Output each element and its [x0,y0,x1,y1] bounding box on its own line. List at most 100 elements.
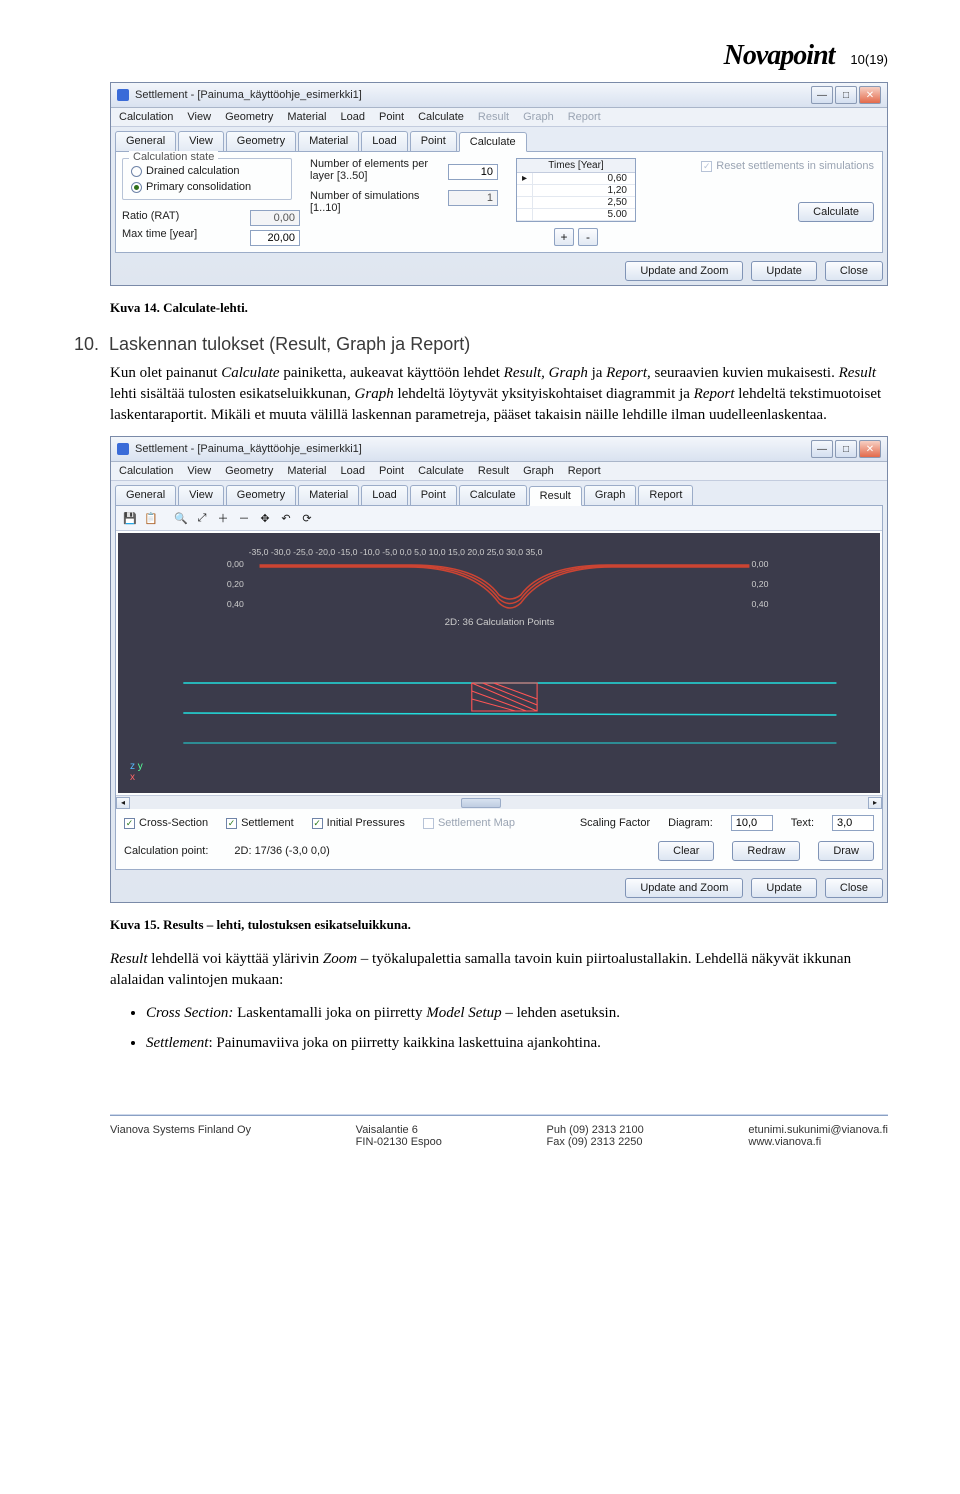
menu-item[interactable]: Graph [523,465,554,477]
scroll-left-icon[interactable]: ◂ [116,797,130,809]
tab-geometry[interactable]: Geometry [226,485,296,505]
draw-button[interactable]: Draw [818,841,874,861]
calculate-button[interactable]: Calculate [798,202,874,222]
zoom-out-icon[interactable]: － [235,509,253,527]
tab-graph[interactable]: Graph [584,485,637,505]
tabstrip: General View Geometry Material Load Poin… [111,481,887,505]
table-cell[interactable]: 5.00 [533,209,635,220]
footer-fax: Fax (09) 2313 2250 [547,1136,644,1148]
tab-calculate[interactable]: Calculate [459,485,527,505]
menu-item[interactable]: View [187,111,211,123]
tab-load[interactable]: Load [361,131,407,151]
close-button[interactable]: ✕ [859,440,881,458]
menu-item[interactable]: Point [379,111,404,123]
menu-item[interactable]: Load [341,111,365,123]
radio-label: Drained calculation [146,165,240,177]
scroll-right-icon[interactable]: ▸ [868,797,882,809]
add-row-button[interactable]: + [554,228,574,246]
tab-general[interactable]: General [115,485,176,505]
table-cell[interactable]: 2,50 [533,197,635,208]
tab-load[interactable]: Load [361,485,407,505]
menu-item: Result [478,111,509,123]
menu-item[interactable]: Material [287,111,326,123]
menu-item[interactable]: Calculation [119,465,173,477]
update-button[interactable]: Update [751,878,816,898]
update-button[interactable]: Update [751,261,816,281]
screenshot-result: Settlement - [Painuma_käyttöohje_esimerk… [110,436,888,903]
tab-calculate[interactable]: Calculate [459,132,527,152]
zoom-window-icon[interactable]: 🔍 [172,509,190,527]
scroll-thumb[interactable] [461,798,501,808]
maximize-button[interactable]: □ [835,86,857,104]
update-zoom-button[interactable]: Update and Zoom [625,878,743,898]
minimize-button[interactable]: — [811,440,833,458]
menu-item[interactable]: Calculate [418,111,464,123]
table-cell[interactable]: 1,20 [533,185,635,196]
input-ratio [250,210,300,226]
hscrollbar[interactable]: ◂ ▸ [116,795,882,809]
menu-item[interactable]: Calculate [418,465,464,477]
tab-view[interactable]: View [178,131,224,151]
maximize-button[interactable]: □ [835,440,857,458]
menu-item[interactable]: View [187,465,211,477]
menu-item[interactable]: Geometry [225,465,273,477]
checkbox-init[interactable]: ✓Initial Pressures [312,817,405,829]
zoom-in-icon[interactable]: ＋ [214,509,232,527]
figure-caption-14: Kuva 14. Calculate-lehti. [110,300,888,316]
remove-row-button[interactable]: - [578,228,598,246]
tab-point[interactable]: Point [410,131,457,151]
times-table[interactable]: Times [Year] ▸0,60 1,20 2,50 5.00 [516,158,636,222]
clear-button[interactable]: Clear [658,841,714,861]
brand-logo: Novapoint [724,40,835,72]
list-item: Cross Section: Laskentamalli joka on pii… [146,1001,888,1025]
tab-geometry[interactable]: Geometry [226,131,296,151]
tab-view[interactable]: View [178,485,224,505]
minimize-button[interactable]: — [811,86,833,104]
menu-item[interactable]: Load [341,465,365,477]
input-nelem[interactable] [448,164,498,180]
menu-item[interactable]: Report [568,465,601,477]
menu-item[interactable]: Result [478,465,509,477]
tab-material[interactable]: Material [298,131,359,151]
menu-item[interactable]: Material [287,465,326,477]
figure-caption-15: Kuva 15. Results – lehti, tulostuksen es… [110,917,888,933]
input-maxtime[interactable] [250,230,300,246]
zoom-prev-icon[interactable]: ↶ [277,509,295,527]
page-footer: Vianova Systems Finland Oy Vaisalantie 6… [0,1107,960,1168]
zoom-extents-icon[interactable]: ⤢ [193,509,211,527]
body-paragraph: Result lehdellä voi käyttää ylärivin Zoo… [110,949,888,991]
tab-point[interactable]: Point [410,485,457,505]
input-diagram[interactable] [731,815,773,831]
footer-street: Vaisalantie 6 [356,1124,442,1136]
label-diagram: Diagram: [668,817,713,829]
svg-text:0,20: 0,20 [752,579,769,589]
close-panel-button[interactable]: Close [825,878,883,898]
save-icon[interactable]: 💾 [121,509,139,527]
value-calcpoint: 2D: 17/36 (-3,0 0,0) [226,843,337,859]
checkbox-cross[interactable]: ✓Cross-Section [124,817,208,829]
tab-general[interactable]: General [115,131,176,151]
menu-item[interactable]: Geometry [225,111,273,123]
tab-result[interactable]: Result [529,486,582,506]
result-plot[interactable]: -35,0 -30,0 -25,0 -20,0 -15,0 -10,0 -5,0… [118,533,880,793]
input-text[interactable] [832,815,874,831]
menu-item[interactable]: Calculation [119,111,173,123]
redraw-button[interactable]: Redraw [732,841,800,861]
tab-report[interactable]: Report [638,485,693,505]
close-panel-button[interactable]: Close [825,261,883,281]
close-button[interactable]: ✕ [859,86,881,104]
menu-item[interactable]: Point [379,465,404,477]
page-number: 10(19) [850,52,888,67]
checkbox-settlement[interactable]: ✓Settlement [226,817,294,829]
menu-item: Report [568,111,601,123]
redraw-icon[interactable]: ⟳ [298,509,316,527]
checkbox-label: Initial Pressures [327,817,405,829]
pan-icon[interactable]: ✥ [256,509,274,527]
copy-icon[interactable]: 📋 [142,509,160,527]
update-zoom-button[interactable]: Update and Zoom [625,261,743,281]
table-cell[interactable]: 0,60 [533,173,635,184]
radio-primary[interactable]: Primary consolidation [131,181,283,193]
window-title: Settlement - [Painuma_käyttöohje_esimerk… [135,89,811,101]
radio-drained[interactable]: Drained calculation [131,165,283,177]
tab-material[interactable]: Material [298,485,359,505]
